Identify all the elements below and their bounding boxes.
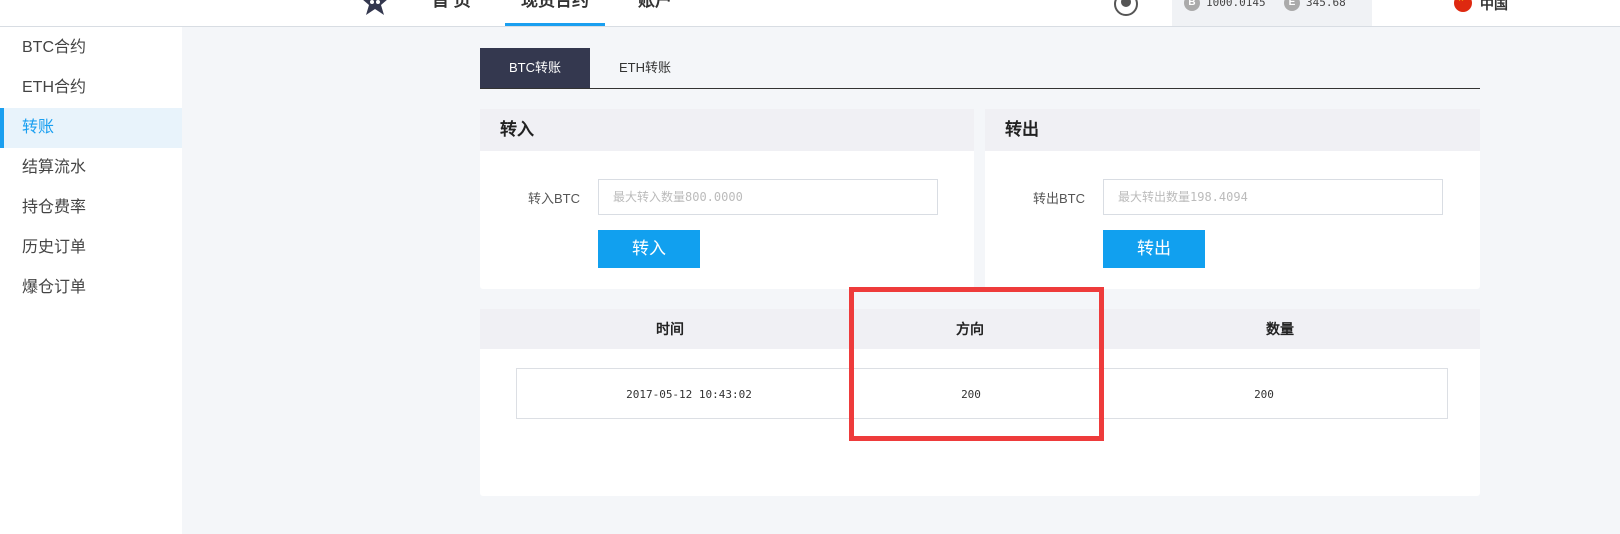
transfer-out-button[interactable]: 转出 [1103, 230, 1205, 268]
nav-home[interactable]: 首 页 [432, 0, 471, 26]
sidebar-item-transfer[interactable]: 转账 [0, 108, 182, 148]
transfer-out-panel: 转出 转出BTC 转出 [985, 109, 1480, 289]
cell-direction: 200 [961, 388, 981, 401]
column-header-time: 时间 [656, 321, 684, 337]
balance-panel: B 1000.0145 E 345.68 [1172, 0, 1372, 26]
eth-balance: 345.68 [1306, 0, 1346, 9]
table-header: 时间 方向 数量 [480, 309, 1480, 349]
transfer-in-title: 转入 [480, 109, 974, 151]
sidebar-item-order-history[interactable]: 历史订单 [0, 228, 182, 268]
sidebar: BTC合约 ETH合约 转账 结算流水 持仓费率 历史订单 爆仓订单 [0, 27, 182, 534]
transfer-out-label: 转出BTC [1033, 191, 1086, 206]
cell-time: 2017-05-12 10:43:02 [626, 388, 752, 401]
btc-coin-icon: B [1184, 0, 1200, 11]
language-selector[interactable]: 中国 [1480, 0, 1508, 14]
transfer-in-label: 转入BTC [528, 191, 581, 206]
sidebar-item-eth-contract[interactable]: ETH合约 [0, 68, 182, 108]
transfer-out-title: 转出 [985, 109, 1480, 151]
cell-amount: 200 [1254, 388, 1274, 401]
eth-coin-icon: E [1284, 0, 1300, 11]
sidebar-item-liquidation-orders[interactable]: 爆仓订单 [0, 268, 182, 308]
tab-underline [480, 88, 1480, 89]
transfer-in-panel: 转入 转入BTC 转入 [480, 109, 974, 289]
column-header-direction: 方向 [956, 321, 984, 337]
china-flag-icon[interactable] [1454, 0, 1472, 12]
transfer-out-input[interactable] [1103, 179, 1443, 215]
tab-eth-transfer[interactable]: ETH转账 [600, 48, 690, 88]
sidebar-item-settlement[interactable]: 结算流水 [0, 148, 182, 188]
column-header-amount: 数量 [1266, 321, 1294, 337]
sidebar-item-btc-contract[interactable]: BTC合约 [0, 28, 182, 68]
tab-btc-transfer[interactable]: BTC转账 [480, 48, 590, 88]
transfer-in-input[interactable] [598, 179, 938, 215]
top-navbar: 首 页 现货合约 账户 B 1000.0145 E 345.68 中国 [0, 0, 1620, 27]
nav-spot-contract[interactable]: 现货合约 [505, 0, 605, 26]
table-row: 2017-05-12 10:43:02 200 200 [516, 368, 1448, 419]
logo-icon[interactable] [360, 0, 390, 18]
transfer-in-button[interactable]: 转入 [598, 230, 700, 268]
transfer-records-table: 时间 方向 数量 2017-05-12 10:43:02 200 200 [480, 309, 1480, 496]
nav-account[interactable]: 账户 [638, 0, 672, 26]
btc-balance: 1000.0145 [1206, 0, 1266, 9]
user-avatar-icon[interactable] [1114, 0, 1138, 16]
sidebar-item-holding-fee[interactable]: 持仓费率 [0, 188, 182, 228]
